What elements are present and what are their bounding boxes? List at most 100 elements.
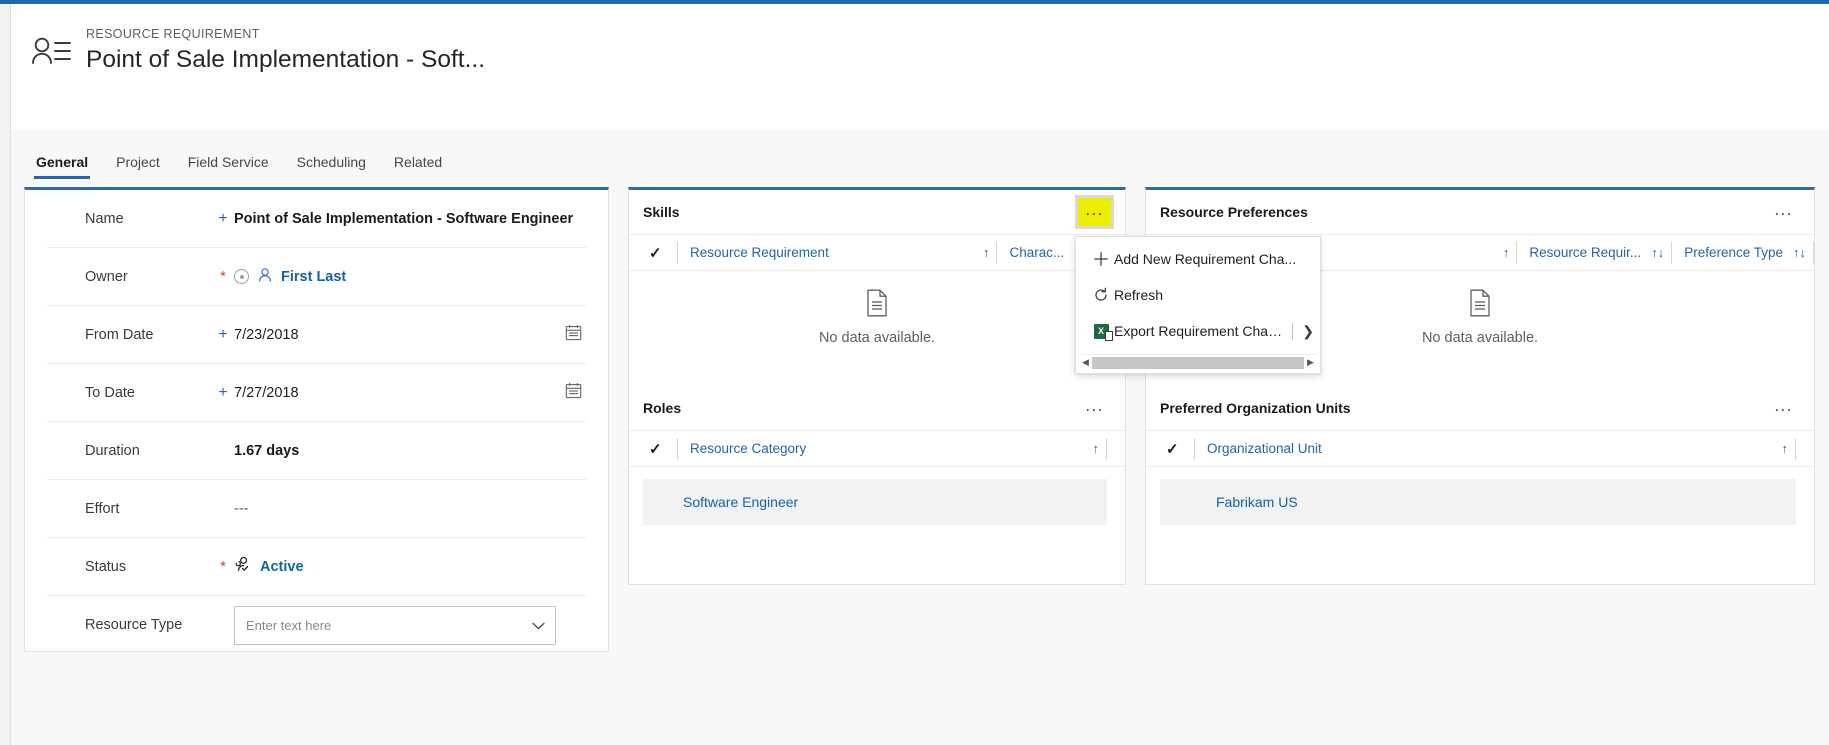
select-all-checkmark-icon[interactable]: ✓ bbox=[1160, 440, 1194, 458]
form-canvas: Name + Point of Sale Implementation - So… bbox=[11, 182, 1829, 745]
skills-card: Skills ... ✓ Resource Requirement ↑ Char… bbox=[628, 187, 1126, 585]
field-value-from-date[interactable]: 7/23/2018 bbox=[234, 327, 565, 343]
roles-more-commands-button[interactable]: ... bbox=[1078, 394, 1111, 422]
field-row-resource-type: Resource Type Enter text here bbox=[47, 596, 586, 654]
owner-link[interactable]: First Last bbox=[281, 269, 346, 285]
skills-title: Skills bbox=[643, 204, 680, 220]
field-label-from-date: From Date bbox=[85, 326, 154, 343]
submenu-divider bbox=[1292, 322, 1294, 340]
prefs-column-resource-requirement[interactable]: Resource Requir... ↑↓ bbox=[1516, 241, 1671, 264]
field-row-name: Name + Point of Sale Implementation - So… bbox=[47, 190, 586, 248]
org-units-column-organizational-unit[interactable]: Organizational Unit ↑ bbox=[1194, 437, 1796, 460]
roles-title: Roles bbox=[643, 400, 682, 416]
refresh-icon bbox=[1088, 287, 1114, 303]
role-name-link[interactable]: Software Engineer bbox=[683, 494, 798, 510]
resource-type-select[interactable]: Enter text here bbox=[234, 605, 556, 645]
required-indicator-from-date: + bbox=[218, 325, 228, 343]
field-value-owner[interactable]: First Last bbox=[234, 267, 586, 287]
field-value-status[interactable]: Active bbox=[234, 556, 586, 577]
field-value-effort: --- bbox=[234, 500, 249, 517]
column-label: Preference Type bbox=[1684, 245, 1783, 260]
field-label-name: Name bbox=[85, 210, 124, 227]
tab-general[interactable]: General bbox=[22, 153, 102, 182]
roles-subgrid-header: Roles ... bbox=[629, 386, 1125, 430]
tab-scheduling[interactable]: Scheduling bbox=[283, 153, 380, 182]
resource-type-placeholder: Enter text here bbox=[246, 617, 332, 633]
resource-preferences-more-commands-button[interactable]: ... bbox=[1767, 198, 1800, 226]
required-indicator-owner: * bbox=[220, 267, 226, 285]
tab-bar: General Project Field Service Scheduling… bbox=[11, 130, 1829, 182]
preferred-org-units-grid-header-row: ✓ Organizational Unit ↑ bbox=[1146, 430, 1814, 467]
document-icon bbox=[1468, 289, 1492, 321]
preferred-org-units-subgrid-header: Preferred Organization Units ... bbox=[1146, 386, 1814, 430]
column-label: Organizational Unit bbox=[1207, 441, 1322, 456]
lookup-indicator-icon bbox=[234, 269, 249, 284]
skills-column-resource-requirement[interactable]: Resource Requirement ↑ bbox=[677, 241, 996, 264]
skills-empty-state: No data available. bbox=[629, 271, 1125, 364]
scroll-left-arrow-icon[interactable]: ◀ bbox=[1079, 357, 1092, 368]
column-label: Resource Category bbox=[690, 441, 807, 456]
status-link[interactable]: Active bbox=[260, 559, 304, 575]
contact-list-icon bbox=[30, 30, 72, 76]
resource-preferences-empty-text: No data available. bbox=[1421, 330, 1539, 346]
tab-field-service[interactable]: Field Service bbox=[174, 153, 283, 182]
select-all-checkmark-icon[interactable]: ✓ bbox=[643, 244, 677, 262]
select-all-checkmark-icon[interactable]: ✓ bbox=[643, 440, 677, 458]
required-indicator-status: * bbox=[220, 557, 226, 575]
skills-more-commands-button[interactable]: ... bbox=[1075, 195, 1114, 229]
menu-item-label: Refresh bbox=[1114, 287, 1164, 303]
skills-subgrid-header: Skills ... bbox=[629, 190, 1125, 234]
field-label-duration: Duration bbox=[85, 442, 140, 459]
field-row-effort: Effort --- bbox=[47, 480, 586, 538]
excel-glyph: X bbox=[1093, 323, 1113, 341]
org-unit-name-link[interactable]: Fabrikam US bbox=[1216, 494, 1298, 510]
tab-project[interactable]: Project bbox=[102, 153, 174, 182]
preferred-org-units-more-commands-button[interactable]: ... bbox=[1767, 394, 1800, 422]
menu-item-refresh[interactable]: Refresh bbox=[1076, 277, 1320, 313]
chevron-right-icon[interactable]: ❯ bbox=[1302, 323, 1314, 340]
skills-grid-header-row: ✓ Resource Requirement ↑ Charac... ↑↓ R bbox=[629, 234, 1125, 271]
column-label: Resource Requir... bbox=[1529, 245, 1642, 260]
sort-ascending-icon: ↑ bbox=[982, 245, 990, 260]
resource-preferences-title: Resource Preferences bbox=[1160, 204, 1308, 220]
menu-item-submenu-split[interactable]: ❯ bbox=[1286, 322, 1314, 340]
plus-icon bbox=[1088, 251, 1114, 267]
scroll-right-arrow-icon[interactable]: ▶ bbox=[1304, 357, 1317, 368]
entity-type-label: RESOURCE REQUIREMENT bbox=[86, 27, 260, 41]
field-label-resource-type: Resource Type bbox=[85, 617, 183, 633]
prefs-column-preference-type[interactable]: Preference Type ↑↓ bbox=[1671, 241, 1814, 264]
field-row-duration: Duration 1.67 days bbox=[47, 422, 586, 480]
page-title: Point of Sale Implementation - Soft... bbox=[86, 46, 486, 73]
column-label: Resource Requirement bbox=[690, 245, 829, 260]
person-check-icon bbox=[234, 556, 252, 577]
field-row-from-date: From Date + 7/23/2018 bbox=[47, 306, 586, 364]
field-value-to-date[interactable]: 7/27/2018 bbox=[234, 385, 565, 401]
context-menu-horizontal-scrollbar[interactable]: ◀ ▶ bbox=[1079, 354, 1317, 370]
scrollbar-thumb[interactable] bbox=[1092, 356, 1304, 369]
field-label-owner: Owner bbox=[85, 268, 128, 285]
sort-toggle-icon: ↑↓ bbox=[1651, 245, 1665, 260]
field-row-to-date: To Date + 7/27/2018 bbox=[47, 364, 586, 422]
required-indicator-name: + bbox=[218, 209, 228, 227]
calendar-icon[interactable] bbox=[565, 324, 586, 346]
menu-item-export-requirement-characteristics[interactable]: X Export Requirement Charac... ❯ bbox=[1076, 313, 1320, 349]
skills-context-menu: Add New Requirement Cha... Refresh X Exp… bbox=[1075, 236, 1321, 374]
field-row-owner: Owner * First Last bbox=[47, 248, 586, 306]
sort-ascending-icon: ↑ bbox=[1781, 441, 1789, 456]
table-row[interactable]: Fabrikam US bbox=[1160, 479, 1796, 525]
column-label: Charac... bbox=[1009, 245, 1065, 260]
menu-item-add-new-requirement-characteristic[interactable]: Add New Requirement Cha... bbox=[1076, 241, 1320, 277]
roles-column-resource-category[interactable]: Resource Category ↑ bbox=[677, 437, 1107, 460]
sort-ascending-icon: ↑ bbox=[1502, 245, 1510, 260]
field-row-status: Status * Active bbox=[47, 538, 586, 596]
tab-related[interactable]: Related bbox=[380, 153, 456, 182]
person-icon bbox=[257, 267, 273, 287]
resource-preferences-subgrid-header: Resource Preferences ... bbox=[1146, 190, 1814, 234]
calendar-icon[interactable] bbox=[565, 382, 586, 404]
general-form-card: Name + Point of Sale Implementation - So… bbox=[24, 187, 609, 652]
table-row[interactable]: Software Engineer bbox=[643, 479, 1107, 525]
preferred-org-units-title: Preferred Organization Units bbox=[1160, 400, 1351, 416]
roles-grid-header-row: ✓ Resource Category ↑ bbox=[629, 430, 1125, 467]
field-value-name[interactable]: Point of Sale Implementation - Software … bbox=[234, 211, 586, 227]
sort-ascending-icon: ↑ bbox=[1092, 441, 1100, 456]
